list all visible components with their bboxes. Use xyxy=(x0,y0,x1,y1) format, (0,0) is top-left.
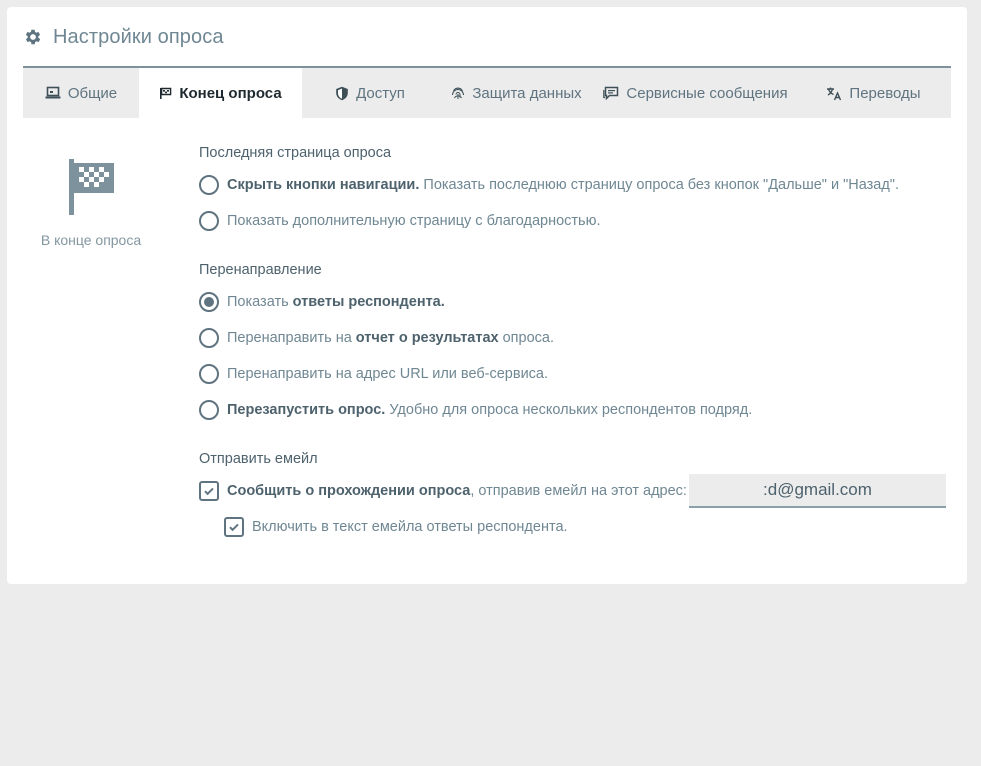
section-title-email: Отправить емейл xyxy=(199,451,318,467)
option-redirect-url[interactable]: Перенаправить на адрес URL или веб-серви… xyxy=(199,356,959,392)
tab-data-protection[interactable]: Защита данных xyxy=(438,68,595,118)
shield-icon xyxy=(336,86,348,100)
checkbox-checked[interactable] xyxy=(199,481,219,501)
flag-icon xyxy=(160,87,172,99)
settings-content: Последняя страница опроса Скрыть кнопки … xyxy=(199,143,959,545)
translate-icon xyxy=(827,87,842,100)
radio-button[interactable] xyxy=(199,175,219,195)
tab-label: Общие xyxy=(67,84,118,102)
settings-card: Настройки опроса Общие Конец опроса Дост… xyxy=(7,7,967,584)
option-notify-email[interactable]: Сообщить о прохождении опроса, отправив … xyxy=(199,473,959,509)
option-redirect-report[interactable]: Перенаправить на отчет о результатах опр… xyxy=(199,320,959,356)
laptop-icon xyxy=(45,86,61,99)
tab-end-of-survey[interactable]: Конец опроса xyxy=(139,68,302,118)
panel-caption: В конце опроса xyxy=(40,232,142,248)
option-label: Включить в текст емейла ответы респонден… xyxy=(252,519,568,535)
option-label: Перенаправить на адрес URL или веб-серви… xyxy=(227,366,549,382)
radio-button[interactable] xyxy=(199,328,219,348)
card-header: Настройки опроса xyxy=(23,23,224,51)
option-thank-you-page[interactable]: Показать дополнительную страницу с благо… xyxy=(199,203,959,239)
radio-button[interactable] xyxy=(199,211,219,231)
option-label: Перезапустить опрос. Удобно для опроса н… xyxy=(227,402,753,418)
email-field[interactable] xyxy=(688,474,946,508)
tab-label: Конец опроса xyxy=(179,84,282,102)
tab-label: Защита данных xyxy=(472,84,582,102)
tab-label: Переводы xyxy=(849,84,921,102)
page-title: Настройки опроса xyxy=(53,25,224,48)
option-label: Перенаправить на отчет о результатах опр… xyxy=(227,330,555,346)
radio-button[interactable] xyxy=(199,364,219,384)
gear-icon xyxy=(25,29,41,45)
option-show-responses[interactable]: Показать ответы респондента. xyxy=(199,284,959,320)
checkmark-icon xyxy=(204,487,214,496)
tab-label: Доступ xyxy=(356,84,405,102)
settings-tabs: Общие Конец опроса Доступ Защита данных … xyxy=(23,68,951,118)
messages-icon xyxy=(603,86,619,100)
option-restart-survey[interactable]: Перезапустить опрос. Удобно для опроса н… xyxy=(199,392,959,428)
tab-access[interactable]: Доступ xyxy=(302,68,438,118)
radio-button[interactable] xyxy=(199,400,219,420)
option-label: Сообщить о прохождении опроса, отправив … xyxy=(227,483,687,499)
checkered-flag-icon xyxy=(69,159,114,215)
checkmark-icon xyxy=(229,523,239,532)
fingerprint-icon xyxy=(452,87,465,99)
tab-translations[interactable]: Переводы xyxy=(796,68,951,118)
option-label: Показать дополнительную страницу с благо… xyxy=(227,213,601,229)
tab-label: Сервисные сообщения xyxy=(626,84,788,102)
option-hide-navigation[interactable]: Скрыть кнопки навигации. Показать послед… xyxy=(199,167,959,203)
option-include-responses[interactable]: Включить в текст емейла ответы респонден… xyxy=(224,509,959,545)
option-label: Скрыть кнопки навигации. Показать послед… xyxy=(227,177,899,193)
radio-button-selected[interactable] xyxy=(199,292,219,312)
option-label: Показать ответы респондента. xyxy=(227,294,445,310)
section-title-redirect: Перенаправление xyxy=(199,262,322,278)
checkbox-checked[interactable] xyxy=(224,517,244,537)
tab-service-messages[interactable]: Сервисные сообщения xyxy=(595,68,796,118)
end-of-survey-panel: В конце опроса xyxy=(29,157,153,248)
section-title-last-page: Последняя страница опроса xyxy=(199,145,392,161)
tab-general[interactable]: Общие xyxy=(23,68,139,118)
